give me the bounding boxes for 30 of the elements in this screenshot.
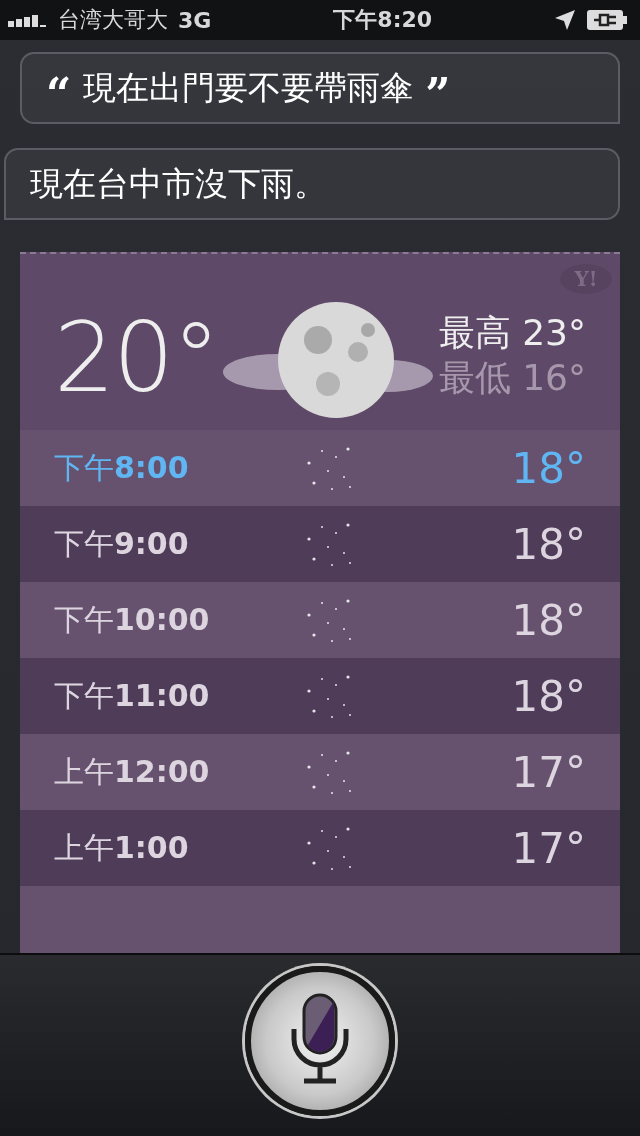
hourly-row[interactable]: 下午11:00 18° [20, 658, 620, 734]
current-temperature: 20° [54, 310, 219, 406]
hour-temperature: 17° [511, 823, 586, 873]
hour-time: 上午12:00 [54, 752, 211, 791]
carrier-name: 台湾大哥大 [58, 6, 168, 34]
hour-time: 下午8:00 [54, 448, 190, 487]
answer-text: 現在台中市沒下雨。 [30, 162, 327, 205]
hour-time: 上午1:00 [54, 828, 190, 867]
signal-icon [8, 13, 48, 27]
status-time: 下午8:20 [333, 6, 433, 34]
hour-temperature: 18° [511, 443, 586, 493]
hour-time: 下午10:00 [54, 600, 211, 639]
hourly-row[interactable]: 上午1:00 17° [20, 810, 620, 886]
open-quote: “ [46, 73, 72, 117]
low-temperature: 最低 16° [438, 356, 586, 400]
hourly-row[interactable]: 下午9:00 18° [20, 506, 620, 582]
hour-temperature: 18° [511, 595, 586, 645]
hour-temperature: 17° [511, 747, 586, 797]
hour-temperature: 18° [511, 519, 586, 569]
hour-time: 下午11:00 [54, 676, 211, 715]
network-type: 3G [178, 7, 212, 33]
hourly-row[interactable]: 下午10:00 18° [20, 582, 620, 658]
hourly-row[interactable]: 上午12:00 17° [20, 734, 620, 810]
close-quote: ” [425, 73, 451, 117]
high-temperature: 最高 23° [438, 311, 586, 355]
hour-time: 下午9:00 [54, 524, 190, 563]
location-arrow-icon [554, 9, 576, 31]
battery-charging-icon [586, 9, 628, 31]
hour-temperature: 18° [511, 671, 586, 721]
query-text: 現在出門要不要帶雨傘 [83, 66, 414, 109]
